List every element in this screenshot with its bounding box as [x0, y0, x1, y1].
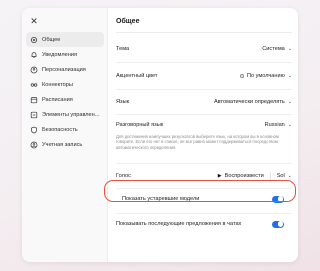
settings-main: Общее Тема Система ⌄ Акцентный цвет По у… [116, 8, 292, 262]
sidebar-item-label: Расписания [42, 96, 73, 103]
theme-row: Тема Система ⌄ [116, 44, 292, 54]
sidebar-item-account[interactable]: Учетная запись [26, 137, 104, 152]
followups-label: Показывать последующие предложения в чат… [116, 221, 242, 227]
language-select[interactable]: Автоматически определять ⌄ [214, 99, 292, 105]
accent-value: По умолчанию [246, 73, 285, 79]
connector-icon [30, 81, 38, 89]
divider [269, 172, 271, 180]
settings-sidebar: ✕ Общее Уведомления Персонализация Конне… [22, 8, 108, 262]
shield-icon [30, 126, 38, 134]
voice-value: Sol [276, 173, 285, 179]
person-icon [30, 66, 38, 74]
chevron-down-icon: ⌄ [287, 73, 292, 79]
chevron-down-icon: ⌄ [287, 122, 292, 128]
accent-color-dot [239, 74, 244, 78]
spoken-language-row: Разговорный язык Russian ⌄ [116, 120, 292, 130]
spoken-language-value: Russian [264, 122, 285, 128]
divider [116, 114, 292, 115]
sidebar-item-schedules[interactable]: Расписания [26, 92, 104, 107]
spoken-language-description: Для достижения наилучших результатов выб… [116, 134, 279, 150]
play-label: Воспроизвести [224, 173, 264, 179]
spoken-language-select[interactable]: Russian ⌄ [265, 122, 292, 128]
bell-icon [30, 51, 38, 59]
sidebar-item-label: Учетная запись [42, 141, 83, 148]
sidebar-nav: Общее Уведомления Персонализация Коннект… [26, 32, 104, 152]
page-title: Общее [116, 18, 140, 25]
divider [116, 62, 292, 63]
language-value: Автоматически определять [213, 99, 285, 105]
sidebar-item-connectors[interactable]: Коннекторы [26, 77, 104, 92]
language-row: Язык Автоматически определять ⌄ [116, 97, 292, 107]
chevron-down-icon: ⌄ [287, 173, 292, 179]
sidebar-item-general[interactable]: Общее [26, 32, 104, 47]
spoken-language-label: Разговорный язык [116, 122, 164, 128]
controls-icon [30, 111, 38, 119]
settings-dialog: ✕ Общее Уведомления Персонализация Конне… [22, 8, 298, 262]
theme-value: Система [262, 46, 285, 52]
voice-select[interactable]: Sol ⌄ [277, 173, 292, 179]
voice-controls: ▶ Воспроизвести Sol ⌄ [218, 172, 292, 180]
highlight-outline [104, 180, 296, 202]
sidebar-item-label: Общее [42, 36, 61, 43]
calendar-icon [30, 96, 38, 104]
theme-select[interactable]: Система ⌄ [262, 46, 292, 52]
sidebar-item-label: Уведомления [42, 51, 77, 58]
sidebar-item-notifications[interactable]: Уведомления [26, 47, 104, 62]
accent-label: Акцентный цвет [116, 73, 158, 79]
accent-select[interactable]: По умолчанию ⌄ [239, 73, 292, 79]
play-icon: ▶ [217, 173, 222, 179]
gear-icon [30, 36, 38, 44]
close-icon[interactable]: ✕ [29, 16, 39, 26]
play-voice-button[interactable]: ▶ Воспроизвести [218, 173, 264, 179]
divider [116, 32, 292, 33]
divider [116, 213, 292, 214]
sidebar-item-personalization[interactable]: Персонализация [26, 62, 104, 77]
sidebar-item-label: Коннекторы [42, 81, 73, 88]
divider [116, 89, 292, 90]
theme-label: Тема [116, 46, 130, 52]
chevron-down-icon: ⌄ [287, 99, 292, 105]
language-label: Язык [116, 99, 130, 105]
voice-label: Голос [116, 173, 131, 179]
followups-row: Показывать последующие предложения в чат… [116, 219, 284, 229]
account-icon [30, 141, 38, 149]
sidebar-item-label: Элементы управлен... [42, 111, 100, 118]
chevron-down-icon: ⌄ [287, 46, 292, 52]
sidebar-item-label: Безопасность [42, 126, 78, 133]
sidebar-item-controls[interactable]: Элементы управлен... [26, 107, 104, 122]
accent-row: Акцентный цвет По умолчанию ⌄ [116, 71, 292, 81]
sidebar-item-label: Персонализация [42, 66, 86, 73]
followups-toggle[interactable] [272, 220, 284, 228]
sidebar-item-security[interactable]: Безопасность [26, 122, 104, 137]
divider [116, 163, 292, 164]
